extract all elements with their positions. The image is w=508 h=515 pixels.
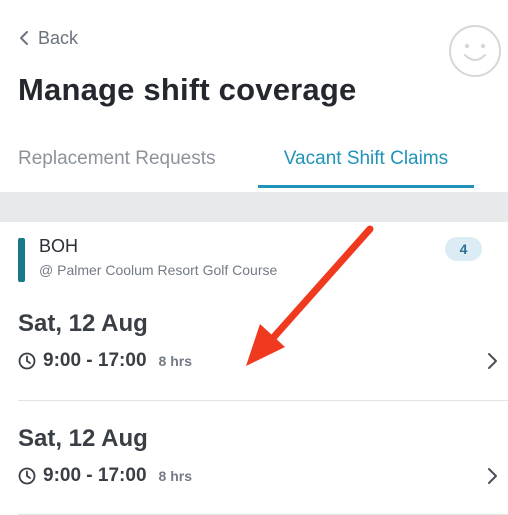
shift-hours: 8 hrs — [158, 353, 192, 369]
group-color-bar — [18, 238, 25, 282]
active-tab-indicator — [258, 185, 474, 188]
shift-time: 9:00 - 17:00 — [43, 465, 147, 486]
tab-replacement-requests[interactable]: Replacement Requests — [18, 136, 240, 188]
group-location: @ Palmer Coolum Resort Golf Course — [39, 262, 278, 278]
group-header: BOH @ Palmer Coolum Resort Golf Course 4 — [0, 222, 508, 290]
shift-row[interactable]: Sat, 12 Aug 9:00 - 17:00 8 hrs — [0, 405, 508, 515]
section-spacer — [0, 192, 508, 222]
group-name: BOH — [39, 236, 79, 256]
shift-date: Sat, 12 Aug — [18, 310, 148, 337]
shift-time-line: 9:00 - 17:00 8 hrs — [18, 348, 192, 374]
tab-bar: Replacement Requests Vacant Shift Claims — [0, 136, 508, 192]
page-title: Manage shift coverage — [18, 72, 357, 107]
clock-icon — [18, 467, 36, 485]
count-badge: 4 — [445, 237, 482, 261]
chevron-left-icon — [20, 31, 28, 45]
back-button[interactable]: Back — [18, 26, 78, 50]
clock-icon — [18, 352, 36, 370]
chevron-right-icon — [488, 353, 497, 369]
row-divider — [18, 400, 508, 401]
back-label: Back — [38, 27, 79, 48]
shift-time-line: 9:00 - 17:00 8 hrs — [18, 463, 192, 489]
shift-time: 9:00 - 17:00 — [43, 350, 147, 371]
smiley-face-icon[interactable] — [448, 24, 502, 78]
chevron-right-icon — [488, 468, 497, 484]
tab-vacant-shift-claims[interactable]: Vacant Shift Claims — [258, 136, 474, 188]
shift-hours: 8 hrs — [158, 468, 192, 484]
shift-date: Sat, 12 Aug — [18, 425, 148, 452]
shift-row[interactable]: Sat, 12 Aug 9:00 - 17:00 8 hrs — [0, 290, 508, 400]
